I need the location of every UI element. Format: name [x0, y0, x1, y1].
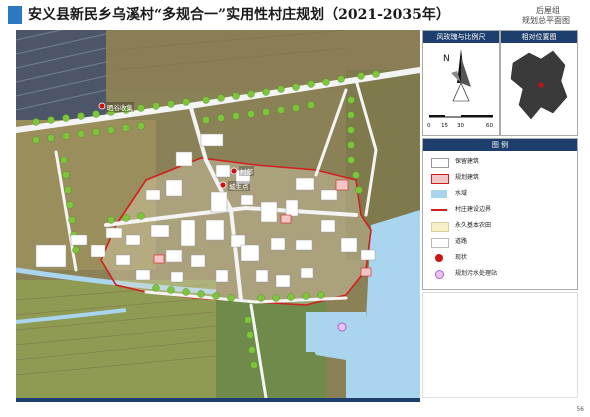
legend-swatch-status	[435, 254, 443, 262]
legend-label: 规划污水处理站	[455, 270, 498, 277]
legend-label: 现状	[455, 254, 468, 261]
legend-swatch-wastewater	[435, 270, 444, 279]
legend-label: 保留建筑	[455, 158, 480, 165]
legend-label: 水域	[455, 190, 468, 197]
map-label-3: 城生点	[228, 181, 250, 191]
map-label-2: 村部	[239, 166, 254, 176]
legend-item-retained: 保留建筑	[431, 157, 571, 168]
pond	[306, 312, 366, 352]
legend-item-wastewater: 规划污水处理站	[431, 269, 571, 279]
legend-swatch-water	[431, 190, 447, 198]
subtitle-plan: 规划总平面图	[522, 16, 570, 25]
legend-item-planned: 规划建筑	[431, 173, 571, 184]
compass-panel: 风玫瑰与比例尺 N 0 15 30 60	[422, 30, 500, 136]
legend-label: 永久基本农田	[455, 222, 492, 229]
wind-rose-icon: N 0 15 30 60	[427, 49, 493, 129]
legend-swatch-farmland	[431, 222, 449, 232]
right-panel: 风玫瑰与比例尺 N 0 15 30 60 相对位置图 图 例 保留建筑 规划建筑…	[420, 30, 578, 398]
legend-title: 图 例	[423, 139, 577, 151]
blank-panel	[422, 292, 578, 398]
scale-tick-15: 15	[441, 123, 448, 129]
map-label-1: 晒谷收集	[106, 102, 134, 112]
legend-label: 道路	[455, 238, 468, 245]
location-title: 相对位置图	[501, 31, 577, 43]
legend-item-boundary: 村庄建设边界	[431, 205, 571, 215]
legend-label: 村庄建设边界	[455, 206, 492, 213]
title-accent-mark	[8, 6, 22, 24]
legend-swatch-planned	[431, 174, 449, 184]
north-letter: N	[443, 54, 450, 64]
legend-swatch-boundary	[431, 209, 447, 211]
legend-swatch-road	[431, 238, 449, 248]
map-view[interactable]: 晒谷收集 村部 城生点	[16, 30, 420, 398]
scale-tick-0: 0	[427, 123, 431, 129]
page-title: 安义县新民乡乌溪村“多规合一”实用性村庄规划（2021-2035年）	[28, 7, 450, 23]
title-bar: 安义县新民乡乌溪村“多规合一”实用性村庄规划（2021-2035年） 后屋组 规…	[4, 4, 586, 28]
compass-title: 风玫瑰与比例尺	[423, 31, 499, 43]
legend-swatch-retained	[431, 158, 449, 168]
legend-item-road: 道路	[431, 237, 571, 248]
location-panel: 相对位置图	[500, 30, 578, 136]
legend-label: 规划建筑	[455, 174, 480, 181]
map-canvas	[16, 30, 420, 398]
legend-item-status: 现状	[431, 253, 571, 263]
wastewater-station[interactable]	[337, 322, 347, 332]
map-bottom-border	[16, 398, 420, 402]
location-map-icon	[510, 50, 568, 120]
scale-tick-60: 60	[486, 123, 493, 129]
page-number: 56	[576, 406, 584, 413]
legend-item-farmland: 永久基本农田	[431, 221, 571, 232]
scale-tick-30: 30	[457, 123, 464, 129]
legend-item-water: 水域	[431, 189, 571, 199]
legend-panel: 图 例 保留建筑 规划建筑 水域 村庄建设边界 永久基本农田 道路 现状 规划污…	[422, 138, 578, 290]
